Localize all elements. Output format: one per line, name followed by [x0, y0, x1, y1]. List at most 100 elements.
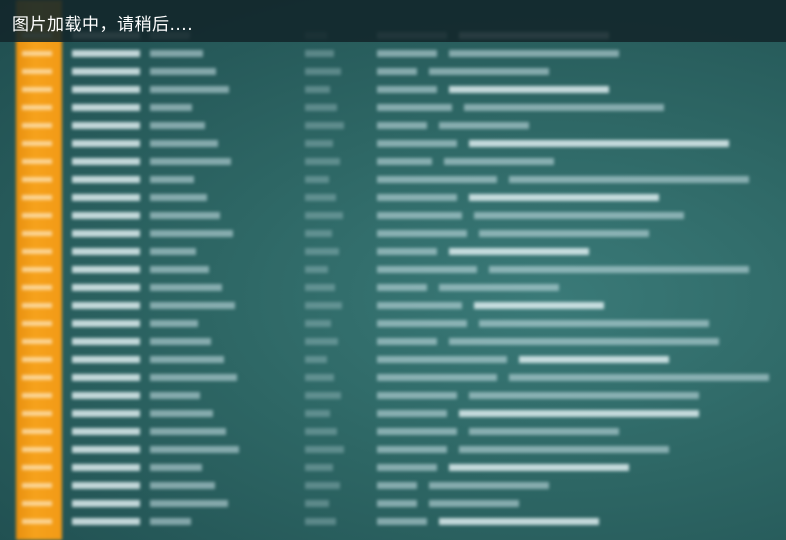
blurred-line-number — [22, 249, 52, 254]
blurred-text-segment — [305, 140, 333, 147]
blurred-text-segment — [429, 68, 549, 75]
blurred-text-segment — [377, 122, 427, 129]
blurred-row — [0, 190, 786, 204]
blurred-text-segment — [72, 68, 140, 75]
blurred-text-segment — [150, 284, 222, 291]
blurred-text-segment — [377, 518, 427, 525]
blurred-line-number — [22, 87, 52, 92]
blurred-row — [0, 352, 786, 366]
blurred-text-segment — [449, 86, 609, 93]
blurred-row — [0, 244, 786, 258]
blurred-text-segment — [72, 356, 140, 363]
blurred-text-segment — [150, 320, 198, 327]
blurred-line-number — [22, 123, 52, 128]
blurred-text-segment — [519, 356, 669, 363]
blurred-text-segment — [509, 374, 769, 381]
blurred-row — [0, 316, 786, 330]
blurred-text-segment — [150, 266, 209, 273]
blurred-text-segment — [150, 374, 237, 381]
blurred-text-segment — [72, 338, 140, 345]
blurred-text-segment — [150, 482, 215, 489]
blurred-text-segment — [150, 230, 233, 237]
blurred-text-segment — [305, 230, 332, 237]
blurred-line-number — [22, 213, 52, 218]
blurred-text-segment — [429, 482, 549, 489]
blurred-line-number — [22, 411, 52, 416]
blurred-text-segment — [479, 320, 709, 327]
blurred-text-segment — [449, 248, 589, 255]
blurred-row — [0, 442, 786, 456]
blurred-text-segment — [429, 500, 519, 507]
blurred-text-segment — [72, 446, 140, 453]
blurred-text-segment — [449, 50, 619, 57]
blurred-row — [0, 100, 786, 114]
blurred-text-segment — [377, 428, 457, 435]
blurred-text-segment — [150, 392, 200, 399]
blurred-text-segment — [150, 86, 229, 93]
blurred-text-segment — [469, 428, 619, 435]
blurred-text-segment — [305, 518, 336, 525]
blurred-text-segment — [72, 176, 140, 183]
blurred-text-segment — [305, 410, 330, 417]
blurred-line-number — [22, 429, 52, 434]
blurred-row — [0, 298, 786, 312]
blurred-text-segment — [377, 374, 497, 381]
blurred-row — [0, 388, 786, 402]
blurred-text-segment — [72, 248, 140, 255]
blurred-text-segment — [377, 302, 462, 309]
blurred-text-segment — [377, 104, 452, 111]
blurred-line-number — [22, 231, 52, 236]
blurred-text-segment — [377, 284, 427, 291]
blurred-line-number — [22, 69, 52, 74]
blurred-text-segment — [305, 50, 334, 57]
blurred-row — [0, 226, 786, 240]
blurred-row — [0, 64, 786, 78]
blurred-text-segment — [305, 68, 341, 75]
blurred-text-segment — [150, 338, 211, 345]
blurred-text-segment — [377, 140, 457, 147]
blurred-text-segment — [377, 356, 507, 363]
blurred-text-segment — [377, 446, 447, 453]
blurred-text-segment — [72, 464, 140, 471]
blurred-text-segment — [72, 482, 140, 489]
blurred-text-segment — [150, 428, 226, 435]
blurred-line-number — [22, 393, 52, 398]
blurred-text-segment — [72, 320, 140, 327]
blurred-row — [0, 208, 786, 222]
blurred-line-number — [22, 285, 52, 290]
blurred-text-segment — [150, 176, 194, 183]
blurred-row — [0, 460, 786, 474]
blurred-text-segment — [305, 464, 333, 471]
blurred-text-segment — [377, 464, 437, 471]
blurred-text-segment — [150, 68, 216, 75]
blurred-row — [0, 334, 786, 348]
blurred-row — [0, 136, 786, 150]
blurred-text-segment — [305, 302, 342, 309]
blurred-terminal-image — [0, 0, 786, 540]
blurred-text-segment — [72, 410, 140, 417]
blurred-text-segment — [305, 338, 338, 345]
blurred-row — [0, 280, 786, 294]
blurred-text-segment — [377, 158, 432, 165]
blurred-row — [0, 172, 786, 186]
blurred-text-segment — [150, 518, 191, 525]
blurred-text-segment — [469, 194, 659, 201]
blurred-row — [0, 496, 786, 510]
blurred-text-segment — [305, 266, 328, 273]
blurred-text-segment — [449, 338, 719, 345]
blurred-text-segment — [305, 104, 337, 111]
blurred-text-segment — [150, 302, 235, 309]
blurred-line-number — [22, 177, 52, 182]
blurred-text-segment — [305, 176, 329, 183]
blurred-text-segment — [377, 212, 462, 219]
blurred-text-segment — [150, 122, 205, 129]
blurred-text-segment — [464, 104, 664, 111]
blurred-text-segment — [459, 410, 699, 417]
blurred-text-segment — [439, 122, 529, 129]
blurred-text-segment — [72, 212, 140, 219]
blurred-text-segment — [305, 212, 343, 219]
blurred-text-segment — [377, 320, 467, 327]
blurred-text-segment — [150, 356, 224, 363]
blurred-row — [0, 370, 786, 384]
blurred-text-segment — [444, 158, 554, 165]
